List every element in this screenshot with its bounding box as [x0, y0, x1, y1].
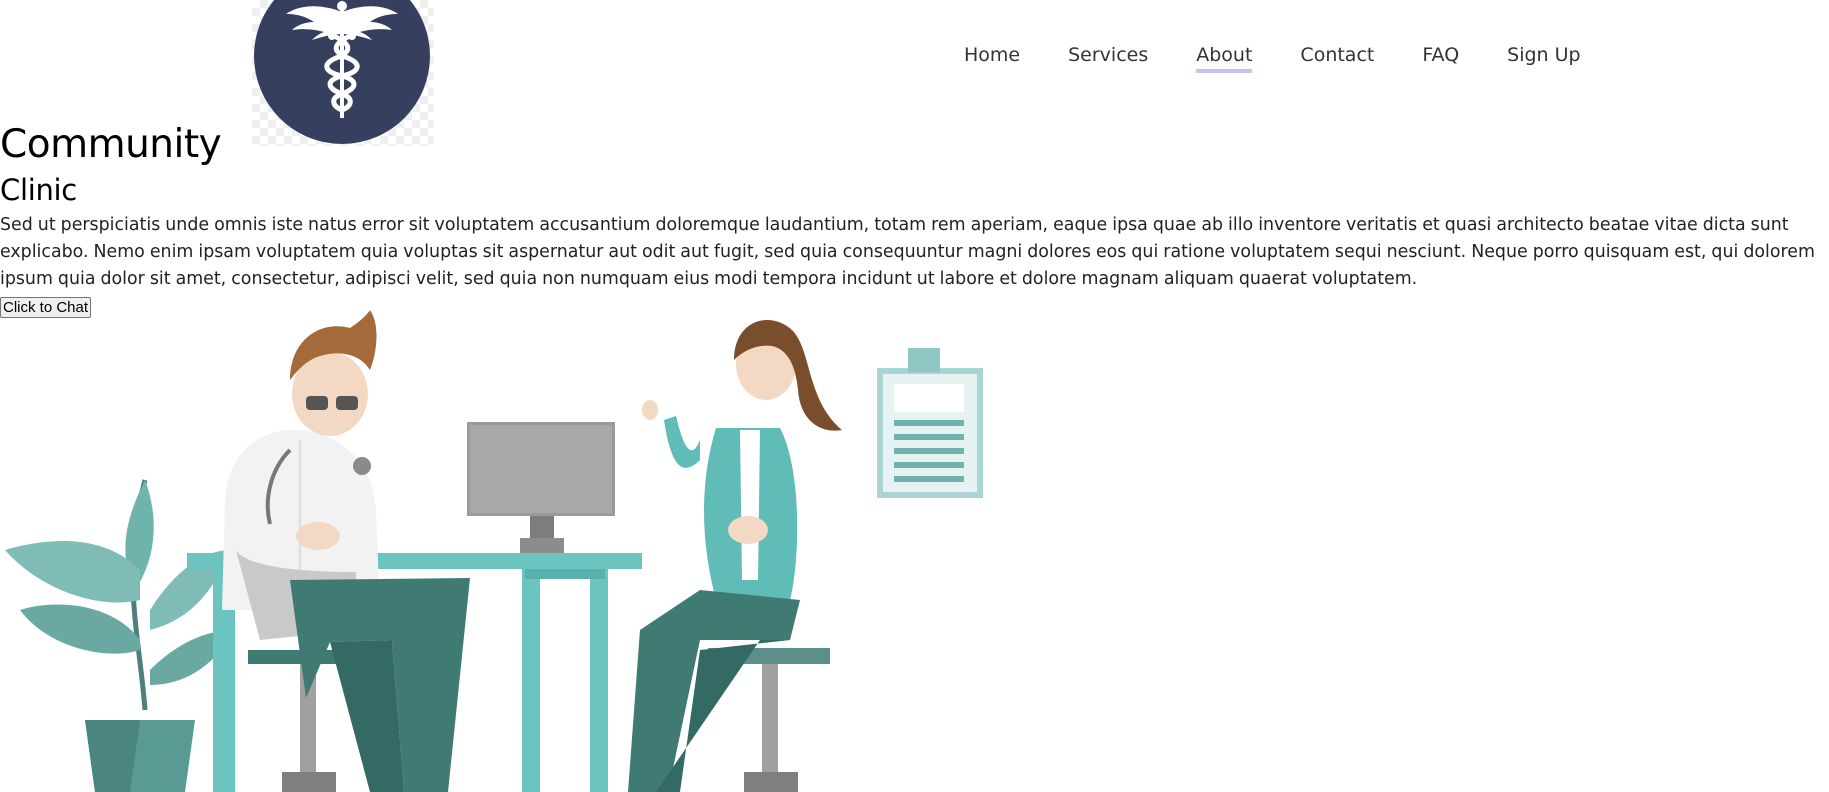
- clipboard-icon: [877, 348, 983, 498]
- nav-about[interactable]: About: [1196, 44, 1253, 73]
- caduceus-icon: [254, 0, 430, 144]
- main-nav: Home Services About Contact FAQ Sign Up: [964, 44, 1629, 73]
- page-title: Community: [0, 122, 222, 167]
- monitor-icon: [467, 422, 615, 553]
- nav-faq[interactable]: FAQ: [1422, 44, 1459, 66]
- plant-icon: [5, 479, 235, 792]
- doctor-figure: [222, 310, 470, 792]
- clinic-logo[interactable]: [252, 0, 434, 146]
- doctor-patient-consultation-illustration: [5, 310, 983, 792]
- hero-description: Sed ut perspiciatis unde omnis iste natu…: [0, 215, 1815, 289]
- nav-sign-up[interactable]: Sign Up: [1507, 44, 1580, 66]
- patient-figure: [628, 320, 842, 792]
- page-subtitle: Clinic: [0, 173, 77, 207]
- nav-services[interactable]: Services: [1068, 44, 1148, 66]
- page: Home Services About Contact FAQ Sign Up …: [0, 0, 1829, 792]
- nav-contact[interactable]: Contact: [1300, 44, 1374, 66]
- nav-home[interactable]: Home: [964, 44, 1020, 66]
